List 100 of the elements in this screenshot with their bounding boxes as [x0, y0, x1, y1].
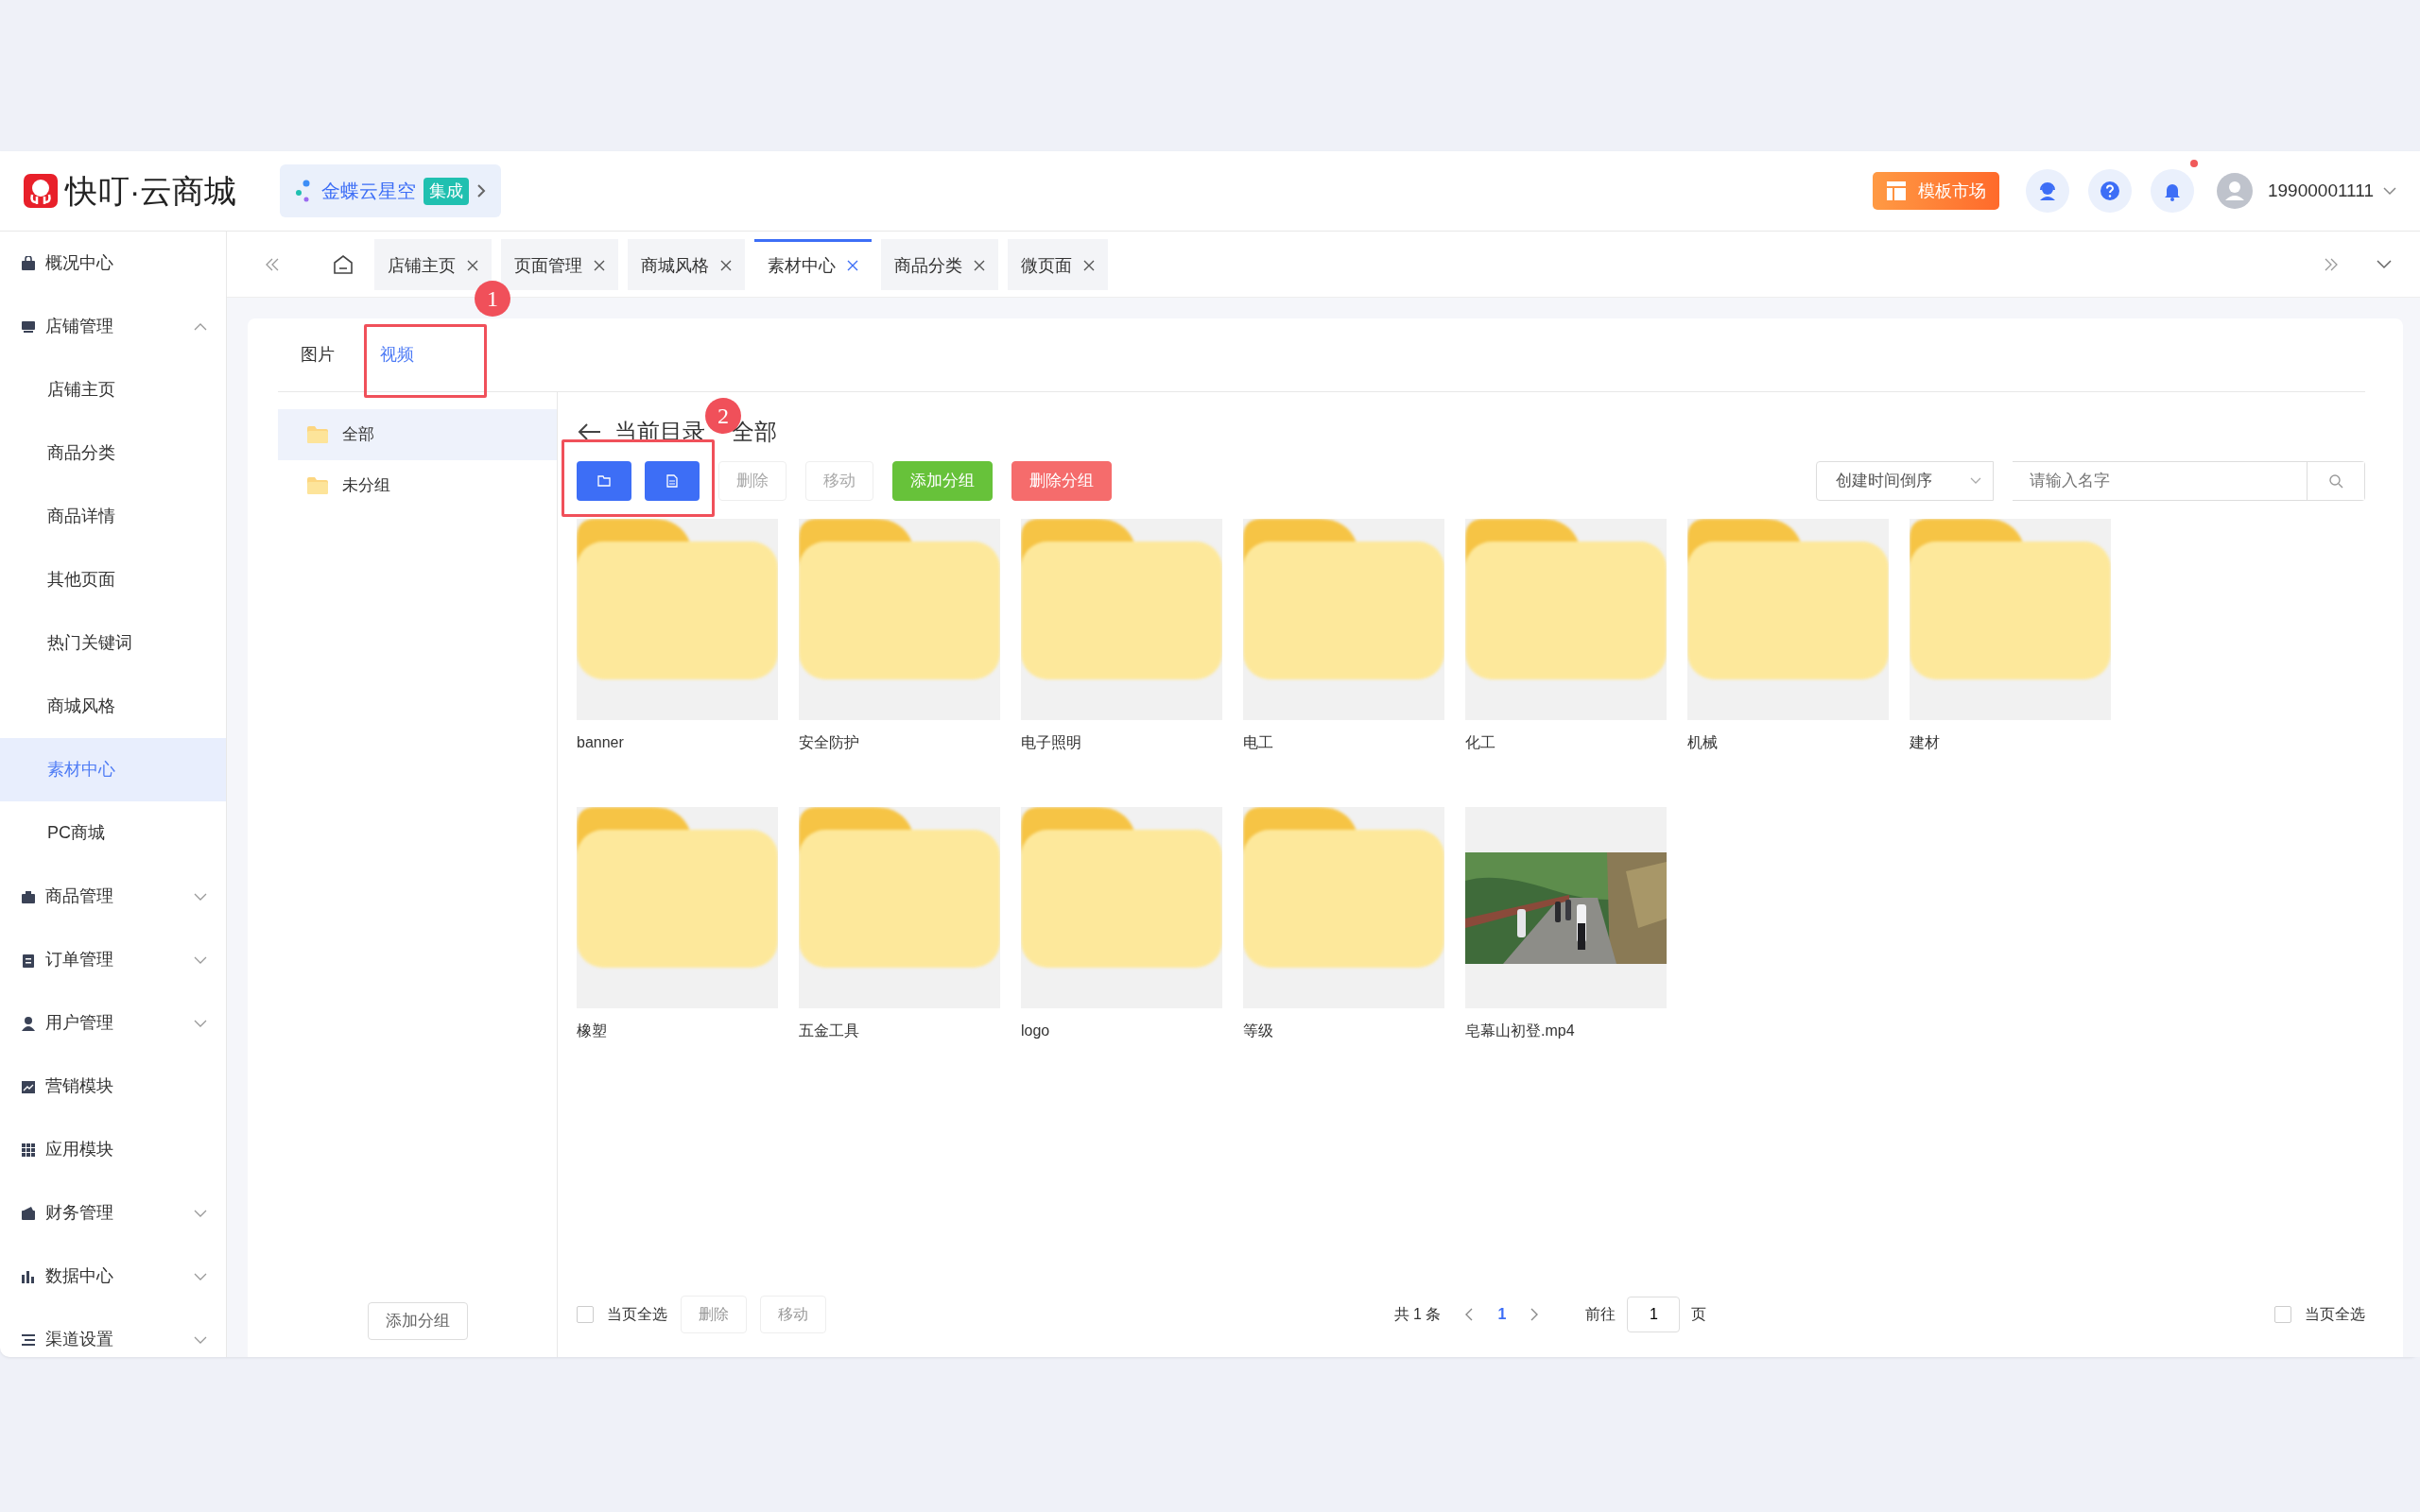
- folder-icon: [1243, 519, 1444, 679]
- user-name[interactable]: 19900001111: [2268, 177, 2374, 205]
- bar-chart-icon: [21, 1268, 36, 1284]
- checkbox[interactable]: [577, 1306, 594, 1323]
- total-count: 共 1 条: [1393, 1305, 1442, 1324]
- help-button[interactable]: [2088, 169, 2132, 213]
- sidebar-item[interactable]: 营销模块: [0, 1055, 226, 1118]
- close-icon[interactable]: [720, 260, 732, 271]
- select-all-label[interactable]: 当页全选: [2305, 1303, 2365, 1326]
- file-thumbnail[interactable]: [577, 519, 778, 720]
- file-name: 等级: [1243, 1022, 1274, 1040]
- grid-icon: [21, 1142, 36, 1158]
- page-tab[interactable]: 微页面: [1008, 238, 1108, 290]
- page-tab[interactable]: 店铺主页: [374, 238, 492, 290]
- file-name: 橡塑: [577, 1022, 608, 1040]
- select-all-label[interactable]: 当页全选: [607, 1303, 667, 1326]
- close-icon[interactable]: [847, 260, 858, 271]
- sidebar-item[interactable]: 概况中心: [0, 232, 226, 295]
- page-tab[interactable]: 页面管理: [501, 238, 618, 290]
- notification-button[interactable]: [2151, 169, 2194, 213]
- document-button[interactable]: [645, 461, 700, 501]
- add-group-button[interactable]: 添加分组: [367, 1302, 468, 1340]
- double-chevron-right-icon[interactable]: [2324, 257, 2339, 271]
- sidebar-item[interactable]: 用户管理: [0, 991, 226, 1055]
- media-tab[interactable]: 图片: [301, 342, 335, 368]
- double-chevron-left-icon[interactable]: [265, 257, 280, 271]
- file-thumbnail[interactable]: [1910, 519, 2111, 720]
- folder-icon: [597, 475, 611, 487]
- avatar-icon: [2217, 173, 2253, 209]
- file-thumbnail[interactable]: [799, 807, 1000, 1008]
- file-thumbnail[interactable]: [577, 807, 778, 1008]
- sidebar-item[interactable]: 商品分类: [0, 421, 226, 485]
- sidebar-item[interactable]: 商品详情: [0, 485, 226, 548]
- folder-icon: [799, 807, 1000, 968]
- sidebar-item[interactable]: 应用模块: [0, 1118, 226, 1181]
- support-button[interactable]: [2026, 169, 2069, 213]
- file-name: 电子照明: [1021, 733, 1082, 752]
- media-tab[interactable]: 视频: [380, 342, 414, 368]
- chevron-down-icon: [2383, 186, 2396, 196]
- folder-icon: [306, 424, 329, 445]
- page-tab[interactable]: 商城风格: [628, 238, 745, 290]
- folder-icon: [799, 519, 1000, 679]
- file-thumbnail[interactable]: [1465, 807, 1667, 1008]
- integration-button[interactable]: 金蝶云星空 集成: [280, 164, 502, 217]
- logo-text: 快叮·云商城: [65, 171, 237, 211]
- close-icon[interactable]: [1083, 260, 1095, 271]
- folder-icon: [1021, 519, 1222, 679]
- file-thumbnail[interactable]: [1243, 519, 1444, 720]
- page-field[interactable]: 1: [1627, 1297, 1681, 1332]
- file-thumbnail[interactable]: [1021, 519, 1222, 720]
- sidebar-item[interactable]: 商城风格: [0, 675, 226, 738]
- wallet-icon: [21, 1205, 36, 1221]
- folder-button[interactable]: [577, 461, 631, 501]
- file-thumbnail[interactable]: [1465, 519, 1667, 720]
- goto-label: 前往: [1585, 1305, 1616, 1324]
- file-name: 安全防护: [799, 733, 860, 752]
- folder-icon: [1465, 519, 1667, 679]
- sidebar-item[interactable]: 店铺管理: [0, 295, 226, 358]
- clipboard-icon: [21, 952, 36, 968]
- back-arrow-icon[interactable]: [577, 422, 601, 441]
- sidebar-item[interactable]: 商品管理: [0, 865, 226, 928]
- person-icon: [21, 1015, 36, 1031]
- sidebar-item[interactable]: 订单管理: [0, 928, 226, 991]
- folder-icon: [577, 807, 778, 968]
- group-item[interactable]: 全部: [278, 409, 557, 460]
- group-item[interactable]: 未分组: [278, 460, 557, 511]
- sidebar-item[interactable]: 数据中心: [0, 1245, 226, 1308]
- octopus-logo-icon: [24, 174, 58, 208]
- sidebar-item[interactable]: PC商城: [0, 801, 226, 865]
- sidebar-item[interactable]: 渠道设置: [0, 1308, 226, 1371]
- chevron-down-icon[interactable]: [2377, 259, 2392, 269]
- chevron-left-icon[interactable]: [1465, 1308, 1474, 1321]
- search-field[interactable]: 请输入名字: [2013, 461, 2365, 501]
- annotation-number: 1: [475, 281, 510, 317]
- close-icon[interactable]: [594, 260, 605, 271]
- bag-icon: [21, 255, 36, 271]
- sidebar-item[interactable]: 其他页面: [0, 548, 226, 611]
- file-thumbnail[interactable]: [1687, 519, 1889, 720]
- checkbox[interactable]: [2274, 1306, 2291, 1323]
- close-icon[interactable]: [467, 260, 478, 271]
- sort-select[interactable]: 创建时间倒序: [1816, 461, 1994, 501]
- close-icon[interactable]: [974, 260, 985, 271]
- page-tab[interactable]: 商品分类: [881, 238, 998, 290]
- folder-icon: [577, 519, 778, 679]
- sidebar-item[interactable]: 店铺主页: [0, 358, 226, 421]
- home-icon[interactable]: [333, 253, 354, 275]
- file-name: 化工: [1465, 733, 1496, 752]
- chevron-right-icon[interactable]: [1530, 1308, 1539, 1321]
- file-name: banner: [577, 733, 625, 752]
- sidebar-item[interactable]: 财务管理: [0, 1181, 226, 1245]
- file-thumbnail[interactable]: [1021, 807, 1222, 1008]
- page-number[interactable]: 1: [1497, 1303, 1507, 1326]
- document-icon: [666, 474, 678, 488]
- file-name: 建材: [1910, 733, 1941, 752]
- sidebar-item[interactable]: 热门关键词: [0, 611, 226, 675]
- file-thumbnail[interactable]: [1243, 807, 1444, 1008]
- monitor-icon: [21, 318, 36, 335]
- file-thumbnail[interactable]: [799, 519, 1000, 720]
- chevron-down-icon: [1970, 477, 1981, 485]
- chevron-right-icon: [476, 183, 487, 198]
